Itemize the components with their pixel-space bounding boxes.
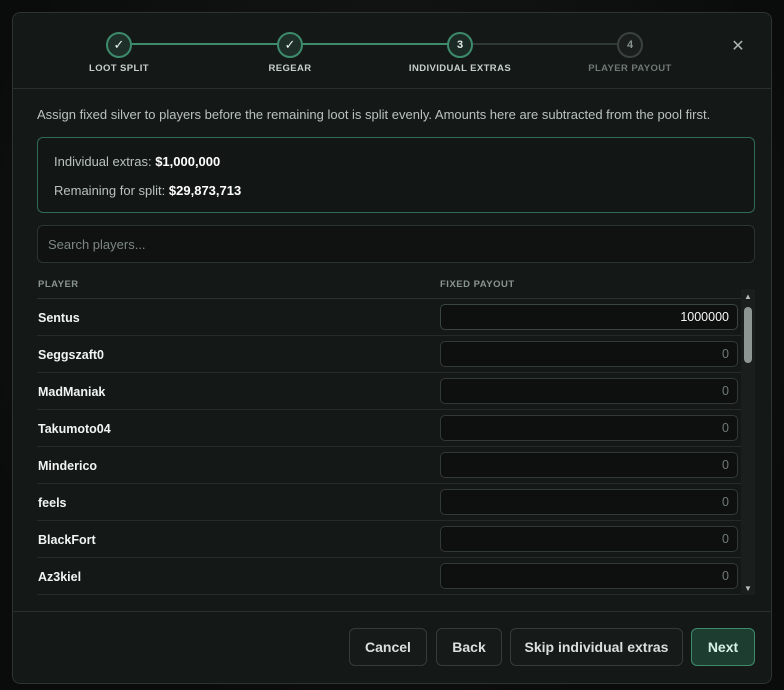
player-name: Takumoto04 <box>38 422 111 436</box>
step-description: Assign fixed silver to players before th… <box>37 107 711 122</box>
players-table: PLAYER FIXED PAYOUT Sentus Seggszaft0 Ma… <box>37 275 755 595</box>
step-4-indicator: 4 <box>617 32 643 58</box>
step-label-loot-split: LOOT SPLIT <box>89 63 149 74</box>
player-name: MadManiak <box>38 385 106 399</box>
step-2-check-icon: ✓ <box>277 32 303 58</box>
table-header: PLAYER FIXED PAYOUT <box>37 275 741 299</box>
individual-extras-line: Individual extras: $1,000,000 <box>54 154 220 169</box>
remaining-for-split-label: Remaining for split: <box>54 183 166 198</box>
fixed-payout-input[interactable] <box>440 341 738 367</box>
fixed-payout-input[interactable] <box>440 526 738 552</box>
close-icon[interactable]: ✕ <box>727 35 749 57</box>
individual-extras-dialog: ✓ ✓ 3 4 LOOT SPLIT REGEAR INDIVIDUAL EXT… <box>12 12 772 684</box>
fixed-payout-input[interactable] <box>440 563 738 589</box>
stepper: ✓ ✓ 3 4 LOOT SPLIT REGEAR INDIVIDUAL EXT… <box>13 13 771 89</box>
search-players-input[interactable] <box>37 225 755 263</box>
back-button[interactable]: Back <box>436 628 502 666</box>
remaining-for-split-value: $29,873,713 <box>168 183 242 198</box>
fixed-payout-input[interactable] <box>440 452 738 478</box>
player-name: Sentus <box>38 311 80 325</box>
player-name: BlackFort <box>38 533 96 547</box>
table-scrollbar[interactable]: ▲ ▼ <box>741 289 755 595</box>
fixed-payout-input[interactable] <box>440 415 738 441</box>
table-row: Takumoto04 <box>37 410 741 447</box>
step-label-regear: REGEAR <box>268 63 312 74</box>
fixed-payout-column-header: FIXED PAYOUT <box>440 279 515 290</box>
table-row: Sentus <box>37 299 741 336</box>
individual-extras-value: $1,000,000 <box>155 154 221 169</box>
table-row: BlackFort <box>37 521 741 558</box>
individual-extras-label: Individual extras: <box>54 154 152 169</box>
player-name: Minderico <box>38 459 98 473</box>
player-name: Seggszaft0 <box>38 348 104 362</box>
table-row: Az3kiel <box>37 558 741 595</box>
scroll-thumb[interactable] <box>744 307 752 363</box>
fixed-payout-input[interactable] <box>440 489 738 515</box>
table-row: Seggszaft0 <box>37 336 741 373</box>
fixed-payout-input[interactable] <box>440 378 738 404</box>
step-connector <box>132 43 278 45</box>
scroll-up-arrow-icon[interactable]: ▲ <box>741 289 755 303</box>
player-name: feels <box>38 496 67 510</box>
step-3-indicator: 3 <box>447 32 473 58</box>
step-connector <box>473 43 619 45</box>
player-column-header: PLAYER <box>38 279 79 290</box>
remaining-for-split-line: Remaining for split: $29,873,713 <box>54 183 241 198</box>
fixed-payout-input[interactable] <box>440 304 738 330</box>
dialog-footer: Cancel Back Skip individual extras Next <box>13 611 771 683</box>
step-label-individual-extras: INDIVIDUAL EXTRAS <box>408 63 512 74</box>
next-button[interactable]: Next <box>691 628 755 666</box>
table-row: feels <box>37 484 741 521</box>
extras-summary-box: Individual extras: $1,000,000 Remaining … <box>37 137 755 213</box>
table-row: MadManiak <box>37 373 741 410</box>
step-connector <box>302 43 448 45</box>
scroll-down-arrow-icon[interactable]: ▼ <box>741 581 755 595</box>
skip-individual-extras-button[interactable]: Skip individual extras <box>510 628 683 666</box>
step-label-player-payout: PLAYER PAYOUT <box>588 63 672 74</box>
table-row: Minderico <box>37 447 741 484</box>
table-rows: Sentus Seggszaft0 MadManiak Takumoto04 M… <box>37 299 741 595</box>
player-name: Az3kiel <box>38 570 82 584</box>
cancel-button[interactable]: Cancel <box>349 628 427 666</box>
step-1-check-icon: ✓ <box>106 32 132 58</box>
